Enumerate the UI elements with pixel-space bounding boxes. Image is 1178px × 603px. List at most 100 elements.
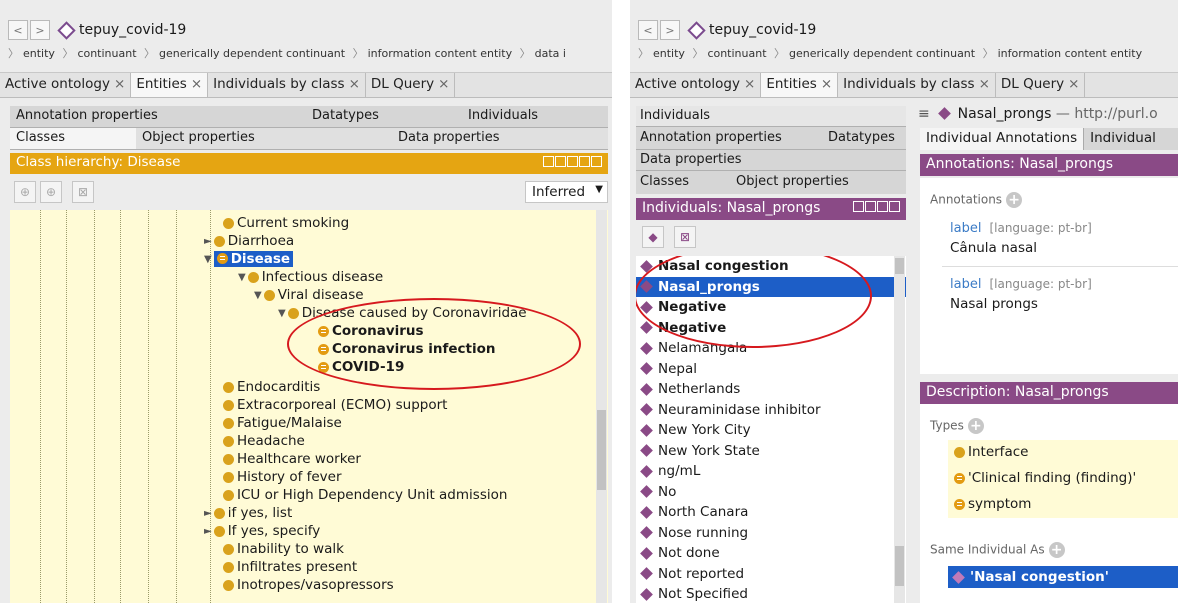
close-icon[interactable]: × xyxy=(114,76,125,92)
close-icon[interactable] xyxy=(889,201,900,212)
list-item[interactable]: New York State xyxy=(636,441,906,462)
collapse-icon[interactable]: ▼ xyxy=(238,272,246,283)
delete-class-icon[interactable]: ⊠ xyxy=(72,181,94,203)
tree-node[interactable]: Infiltrates present xyxy=(223,558,357,576)
breadcrumb-item[interactable]: entity xyxy=(651,47,687,60)
tree-node-selected[interactable]: ▼ Disease xyxy=(204,250,294,268)
tree-node[interactable]: ▼ Viral disease xyxy=(254,286,364,304)
close-icon[interactable]: × xyxy=(349,76,360,92)
tab-dl-query[interactable]: DL Query × xyxy=(366,73,456,97)
tree-node[interactable]: ► Diarrhoea xyxy=(204,232,294,250)
annotation-row[interactable]: label [language: pt-br] xyxy=(950,276,1092,292)
annotation-row[interactable]: label [language: pt-br] xyxy=(950,220,1092,236)
tab-dl-query[interactable]: DL Query × xyxy=(996,73,1086,97)
list-item[interactable]: ng/mL xyxy=(636,461,906,482)
subtab-object-properties[interactable]: Object properties xyxy=(730,172,849,193)
tab-active-ontology[interactable]: Active ontology × xyxy=(630,73,762,97)
tree-node[interactable]: Fatigue/Malaise xyxy=(223,414,342,432)
tab-individual-annotations[interactable]: Individual Annotations xyxy=(920,128,1085,150)
add-sibling-icon[interactable]: ⊕ xyxy=(40,181,62,203)
subtab-annotation-properties[interactable]: Annotation properties xyxy=(10,106,306,127)
collapse-icon[interactable]: ▼ xyxy=(254,290,262,301)
help-icon[interactable] xyxy=(543,156,554,167)
scrollbar-thumb[interactable] xyxy=(597,410,606,490)
minimize-icon[interactable] xyxy=(567,156,578,167)
close-icon[interactable]: × xyxy=(1068,76,1079,92)
list-item[interactable]: Not Specified xyxy=(636,584,906,603)
maximize-icon[interactable] xyxy=(877,201,888,212)
tree-node[interactable]: Coronavirus xyxy=(318,322,424,340)
scrollbar-thumb[interactable] xyxy=(895,546,904,586)
tree-node[interactable]: ► If yes, specify xyxy=(204,522,320,540)
close-icon[interactable]: × xyxy=(821,76,832,92)
back-button[interactable]: < xyxy=(638,20,658,40)
minimize-icon[interactable] xyxy=(865,201,876,212)
type-row[interactable]: symptom xyxy=(954,496,1031,512)
tree-scrollbar[interactable] xyxy=(596,210,607,603)
pin-icon[interactable] xyxy=(555,156,566,167)
same-as-item[interactable]: 'Nasal congestion' xyxy=(948,566,1178,588)
tree-node[interactable]: Inability to walk xyxy=(223,540,344,558)
list-item-selected[interactable]: Nasal_prongs xyxy=(636,276,906,297)
subtab-object-properties[interactable]: Object properties xyxy=(136,128,392,149)
subtab-individuals[interactable]: Individuals xyxy=(636,106,906,127)
back-button[interactable]: < xyxy=(8,20,28,40)
list-item[interactable]: Not done xyxy=(636,543,906,564)
collapse-icon[interactable]: ▼ xyxy=(204,254,212,265)
tree-node[interactable]: History of fever xyxy=(223,468,342,486)
list-item[interactable]: Nose running xyxy=(636,523,906,544)
pin-icon[interactable] xyxy=(853,201,864,212)
add-subclass-icon[interactable]: ⊕ xyxy=(14,181,36,203)
tree-node[interactable]: COVID-19 xyxy=(318,358,404,376)
tree-node[interactable]: Endocarditis xyxy=(223,378,320,396)
tree-node[interactable]: Inotropes/vasopressors xyxy=(223,576,394,594)
subtab-data-properties[interactable]: Data properties xyxy=(636,150,906,171)
subtab-classes[interactable]: Classes xyxy=(636,172,730,193)
list-item[interactable]: Nelamangala xyxy=(636,338,906,359)
close-icon[interactable]: × xyxy=(191,76,202,92)
tree-node[interactable]: ▼ Infectious disease xyxy=(238,268,383,286)
breadcrumb-item[interactable]: generically dependent continuant xyxy=(157,47,347,60)
tab-entities[interactable]: Entities × xyxy=(761,73,839,97)
list-item[interactable]: No xyxy=(636,482,906,503)
close-icon[interactable]: × xyxy=(979,76,990,92)
close-icon[interactable] xyxy=(591,156,602,167)
tree-node[interactable]: Current smoking xyxy=(223,214,349,232)
type-row[interactable]: 'Clinical finding (finding)' xyxy=(954,470,1136,486)
tree-node[interactable]: ▼ Disease caused by Coronaviridae xyxy=(278,304,527,322)
expand-icon[interactable]: ► xyxy=(204,508,212,519)
type-row[interactable]: Interface xyxy=(954,444,1028,460)
tab-active-ontology[interactable]: Active ontology × xyxy=(0,73,132,97)
collapse-icon[interactable]: ▼ xyxy=(278,308,286,319)
list-item[interactable]: Negative xyxy=(636,297,906,318)
menu-icon[interactable]: ≡ xyxy=(918,106,930,122)
breadcrumb-item[interactable]: data i xyxy=(533,47,568,60)
delete-individual-icon[interactable]: ⊠ xyxy=(674,226,696,248)
list-item[interactable]: Negative xyxy=(636,318,906,339)
breadcrumb-item[interactable]: generically dependent continuant xyxy=(787,47,977,60)
add-icon[interactable]: + xyxy=(967,418,984,434)
list-item[interactable]: Nasal congestion xyxy=(636,256,906,277)
forward-button[interactable]: > xyxy=(30,20,50,40)
tree-node[interactable]: ICU or High Dependency Unit admission xyxy=(223,486,507,504)
list-item[interactable]: Netherlands xyxy=(636,379,906,400)
tree-node[interactable]: ► if yes, list xyxy=(204,504,292,522)
maximize-icon[interactable] xyxy=(579,156,590,167)
subtab-data-properties[interactable]: Data properties xyxy=(392,128,598,149)
inferred-dropdown[interactable]: Inferred ▼ xyxy=(525,181,608,203)
tree-node[interactable]: Healthcare worker xyxy=(223,450,361,468)
add-icon[interactable]: + xyxy=(1048,542,1065,558)
add-icon[interactable]: + xyxy=(1006,192,1023,208)
list-item[interactable]: Neuraminidase inhibitor xyxy=(636,400,906,421)
breadcrumb-item[interactable]: information content entity xyxy=(366,47,515,60)
subtab-datatypes[interactable]: Datatypes xyxy=(822,128,895,149)
close-icon[interactable]: × xyxy=(744,76,755,92)
list-item[interactable]: Not reported xyxy=(636,564,906,585)
expand-icon[interactable]: ► xyxy=(204,236,212,247)
tree-node[interactable]: Extracorporeal (ECMO) support xyxy=(223,396,447,414)
expand-icon[interactable]: ► xyxy=(204,526,212,537)
tree-node[interactable]: Coronavirus infection xyxy=(318,340,496,358)
list-item[interactable]: New York City xyxy=(636,420,906,441)
subtab-annotation-properties[interactable]: Annotation properties xyxy=(636,128,822,149)
close-icon[interactable]: × xyxy=(438,76,449,92)
